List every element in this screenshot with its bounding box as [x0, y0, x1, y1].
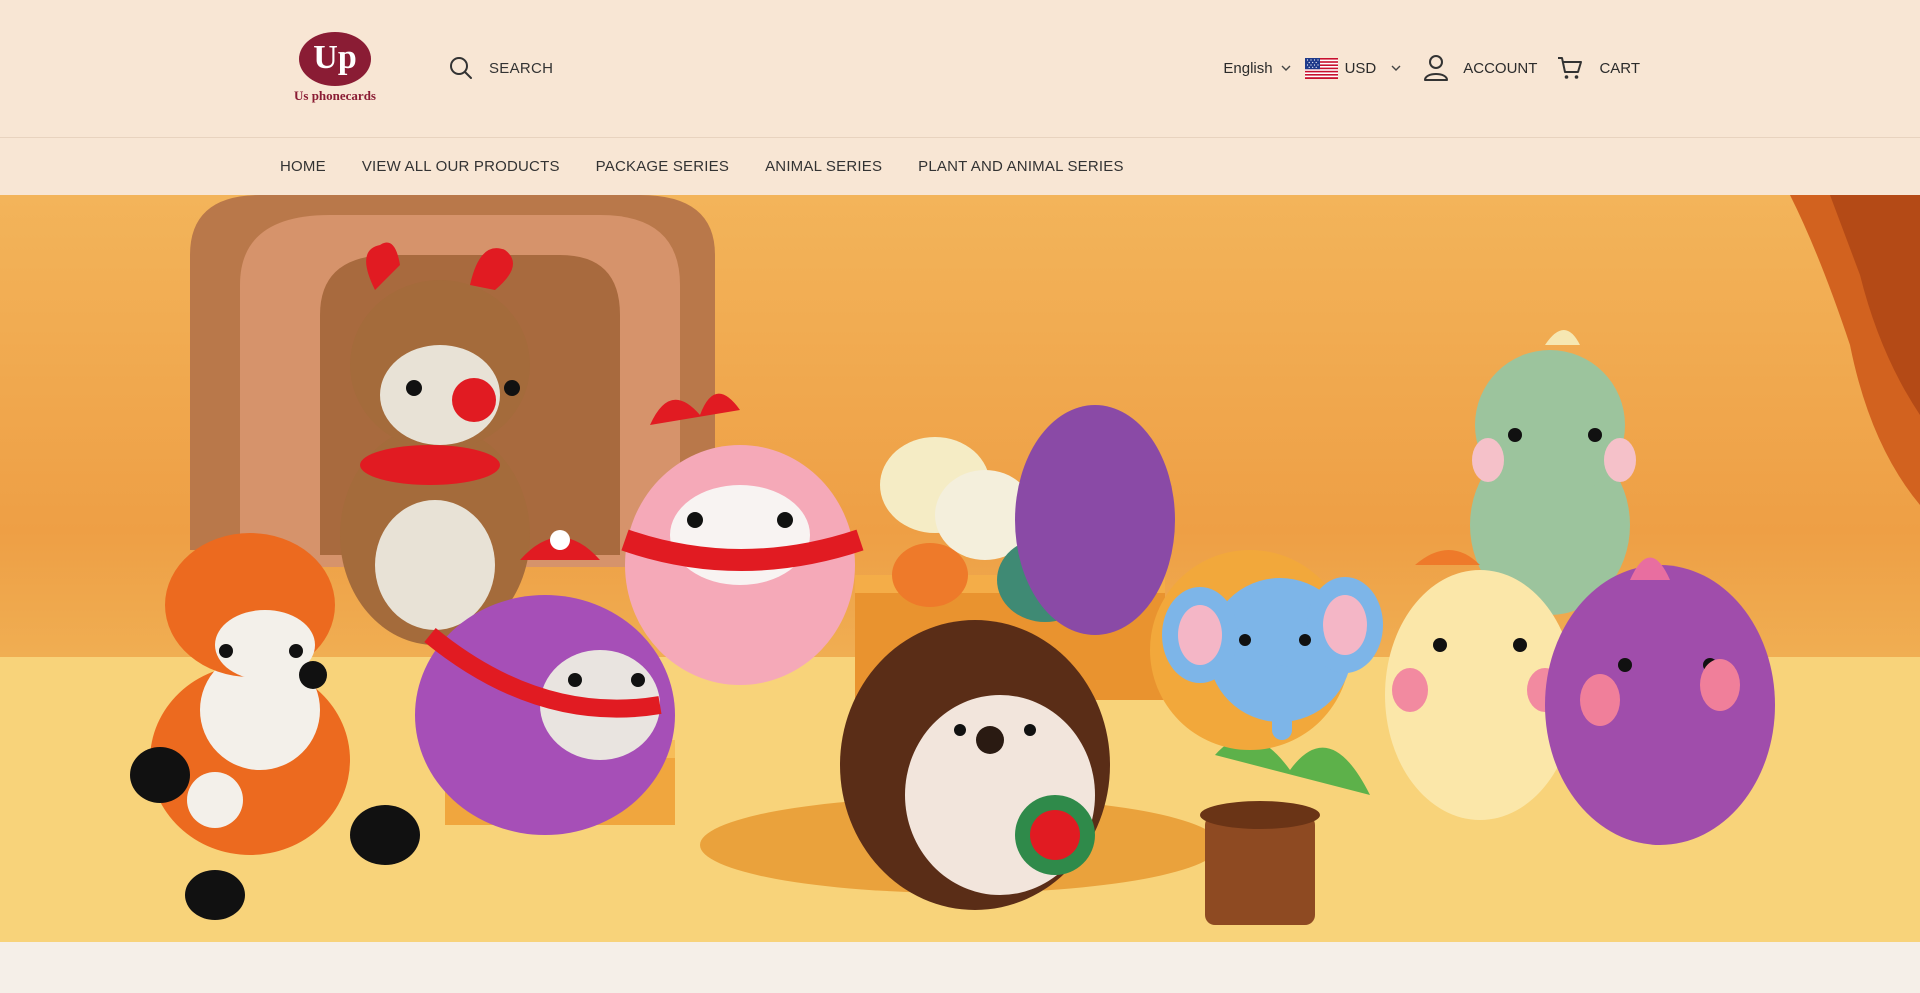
language-label: English — [1223, 59, 1273, 77]
nav-item-all-products[interactable]: VIEW ALL OUR PRODUCTS — [362, 158, 560, 175]
user-icon — [1424, 55, 1449, 81]
currency-label: USD — [1344, 59, 1377, 77]
cart-label: CART — [1599, 59, 1640, 77]
nav-menu: HOME VIEW ALL OUR PRODUCTS PACKAGE SERIE… — [280, 138, 1124, 195]
nav-item-plant-animal-series[interactable]: PLANT AND ANIMAL SERIES — [918, 158, 1124, 175]
account-link[interactable]: ACCOUNT — [1423, 54, 1537, 82]
account-label: ACCOUNT — [1463, 59, 1538, 77]
search-label: SEARCH — [489, 59, 554, 77]
cart-link[interactable]: CART — [1557, 55, 1640, 81]
logo-subtitle: Us phonecards — [294, 88, 376, 103]
chevron-down-icon — [1281, 65, 1291, 71]
site-logo[interactable]: Up Us phonecards — [287, 32, 383, 108]
main-navigation: HOME VIEW ALL OUR PRODUCTS PACKAGE SERIE… — [0, 138, 1920, 195]
page-content-area — [0, 942, 1920, 993]
logo-mark: Up — [299, 32, 371, 86]
nav-item-animal-series[interactable]: ANIMAL SERIES — [765, 158, 882, 175]
nav-item-home[interactable]: HOME — [280, 158, 326, 175]
hero-illustration — [0, 195, 1920, 942]
nav-item-package-series[interactable]: PACKAGE SERIES — [596, 158, 729, 175]
hero-banner[interactable] — [0, 195, 1920, 942]
currency-selector[interactable]: USD — [1304, 57, 1402, 79]
site-header: Up Us phonecards SEARCH English USD ACCO… — [0, 0, 1920, 138]
search-icon — [450, 57, 472, 79]
language-selector[interactable]: English — [1223, 59, 1291, 77]
search-button[interactable]: SEARCH — [448, 54, 553, 82]
cart-icon — [1558, 57, 1583, 79]
chevron-down-icon — [1391, 65, 1401, 71]
us-flag-icon — [1304, 57, 1338, 79]
header-tools: English USD ACCOUNT CART — [1223, 50, 1640, 86]
